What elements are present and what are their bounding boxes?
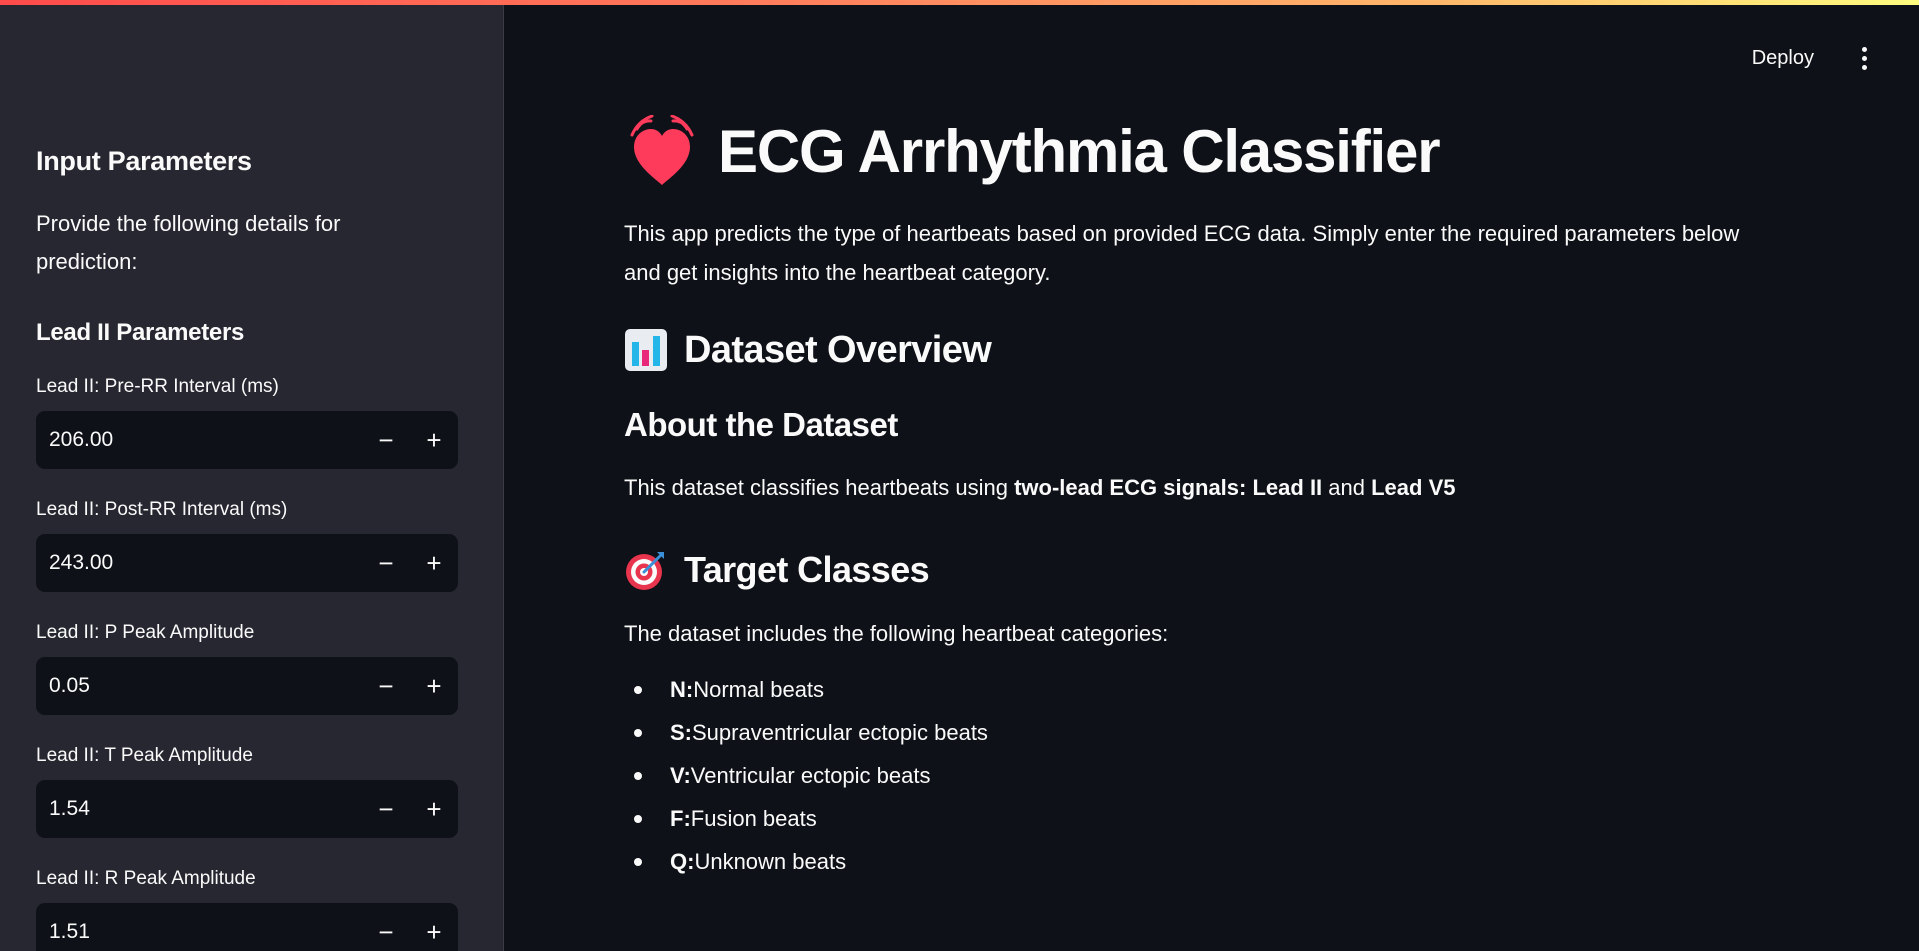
increment-button[interactable]: + xyxy=(410,534,458,592)
increment-button[interactable]: + xyxy=(410,411,458,469)
decrement-button[interactable]: − xyxy=(362,534,410,592)
list-item: V: Ventricular ectopic beats xyxy=(624,754,1774,797)
sidebar-header: Input Parameters xyxy=(36,146,252,176)
intro-text: This app predicts the type of heartbeats… xyxy=(624,221,1740,285)
content-block: ECG Arrhythmia Classifier This app predi… xyxy=(624,110,1774,883)
about-dataset-heading: About the Dataset xyxy=(624,406,898,443)
target-dart-icon xyxy=(626,552,664,590)
list-item: S: Supraventricular ectopic beats xyxy=(624,711,1774,754)
main-content: Deploy ECG Arrhythmia Classifier This ap… xyxy=(505,0,1919,951)
app-header: Deploy xyxy=(1752,40,1919,76)
number-input-p-peak[interactable]: 0.05 − + xyxy=(36,657,458,715)
sidebar-content: Input Parameters Provide the following d… xyxy=(36,146,458,951)
sidebar-description: Provide the following details for predic… xyxy=(36,211,341,274)
decrement-button[interactable]: − xyxy=(362,411,410,469)
kebab-menu-icon[interactable] xyxy=(1846,40,1882,76)
class-list: N: Normal beats S: Supraventricular ecto… xyxy=(624,668,1774,883)
beating-heart-icon xyxy=(630,115,694,185)
dataset-overview-heading-row: Dataset Overview xyxy=(624,324,1774,376)
page-title: ECG Arrhythmia Classifier xyxy=(718,117,1441,185)
deploy-button[interactable]: Deploy xyxy=(1752,47,1814,70)
number-input-value[interactable]: 243.00 xyxy=(36,551,362,575)
list-item: N: Normal beats xyxy=(624,668,1774,711)
target-classes-heading: Target Classes xyxy=(684,549,930,590)
top-decoration-stripe xyxy=(0,0,1919,5)
number-input-r-peak[interactable]: 1.51 − + xyxy=(36,903,458,951)
number-input-value[interactable]: 206.00 xyxy=(36,428,362,452)
field-label: Lead II: Post-RR Interval (ms) xyxy=(36,499,288,520)
target-classes-heading-row: Target Classes xyxy=(624,544,1774,596)
field-pre-rr: Lead II: Pre-RR Interval (ms) 206.00 − + xyxy=(36,375,458,469)
list-item: Q: Unknown beats xyxy=(624,840,1774,883)
field-p-peak: Lead II: P Peak Amplitude 0.05 − + xyxy=(36,621,458,715)
field-label: Lead II: Pre-RR Interval (ms) xyxy=(36,376,279,397)
field-r-peak: Lead II: R Peak Amplitude 1.51 − + xyxy=(36,867,458,951)
decrement-button[interactable]: − xyxy=(362,657,410,715)
increment-button[interactable]: + xyxy=(410,903,458,951)
number-input-value[interactable]: 1.51 xyxy=(36,920,362,944)
increment-button[interactable]: + xyxy=(410,657,458,715)
decrement-button[interactable]: − xyxy=(362,903,410,951)
target-classes-intro: The dataset includes the following heart… xyxy=(624,621,1169,646)
field-label: Lead II: R Peak Amplitude xyxy=(36,868,256,889)
field-label: Lead II: T Peak Amplitude xyxy=(36,745,253,766)
field-label: Lead II: P Peak Amplitude xyxy=(36,622,255,643)
increment-button[interactable]: + xyxy=(410,780,458,838)
sidebar-subheader: Lead II Parameters xyxy=(36,319,245,346)
sidebar: Input Parameters Provide the following d… xyxy=(0,0,504,951)
decrement-button[interactable]: − xyxy=(362,780,410,838)
title-row: ECG Arrhythmia Classifier xyxy=(624,110,1774,192)
dataset-overview-heading: Dataset Overview xyxy=(684,328,992,371)
field-t-peak: Lead II: T Peak Amplitude 1.54 − + xyxy=(36,744,458,838)
number-input-pre-rr[interactable]: 206.00 − + xyxy=(36,411,458,469)
bar-chart-icon xyxy=(625,329,667,371)
number-input-value[interactable]: 0.05 xyxy=(36,674,362,698)
number-input-value[interactable]: 1.54 xyxy=(36,797,362,821)
number-input-t-peak[interactable]: 1.54 − + xyxy=(36,780,458,838)
list-item: F: Fusion beats xyxy=(624,797,1774,840)
about-dataset-text: This dataset classifies heartbeats using… xyxy=(624,475,1456,500)
field-post-rr: Lead II: Post-RR Interval (ms) 243.00 − … xyxy=(36,498,458,592)
number-input-post-rr[interactable]: 243.00 − + xyxy=(36,534,458,592)
